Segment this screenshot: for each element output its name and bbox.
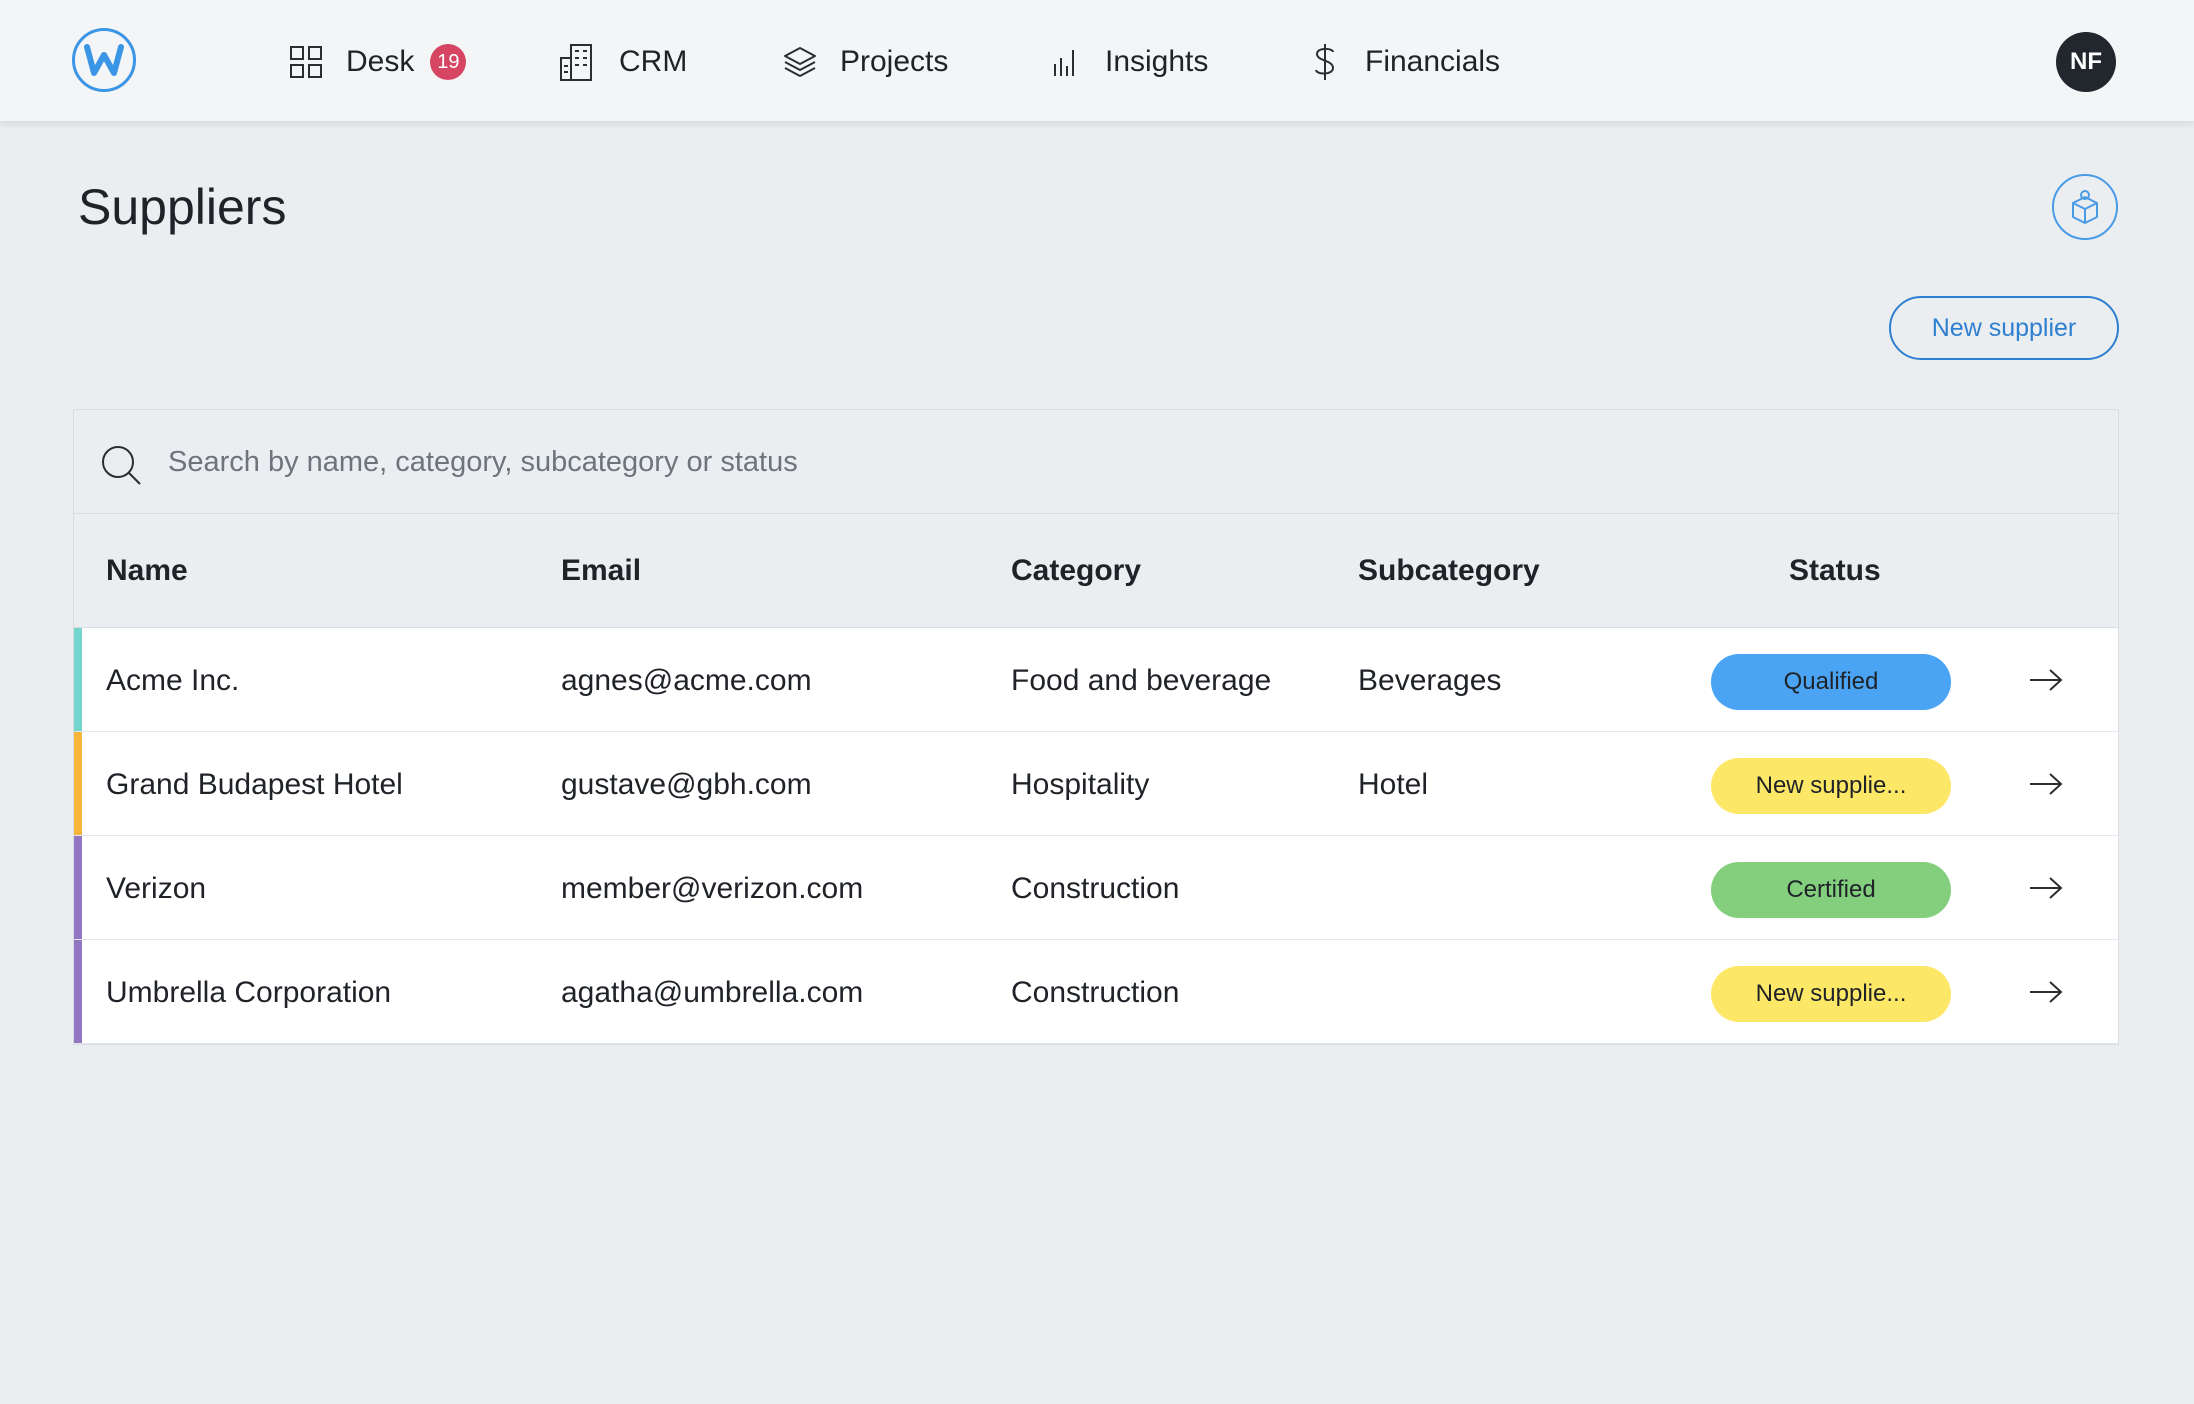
dollar-icon xyxy=(1305,42,1345,82)
logo-w-icon xyxy=(84,44,124,76)
arrow-right-icon[interactable] xyxy=(2028,874,2064,902)
row-accent-bar xyxy=(74,732,82,835)
table-row[interactable]: Grand Budapest Hotel gustave@gbh.com Hos… xyxy=(74,732,2118,836)
layers-icon xyxy=(780,42,820,82)
row-accent-bar xyxy=(74,836,82,939)
cell-subcategory: Beverages xyxy=(1358,664,1502,697)
table-row[interactable]: Acme Inc. agnes@acme.com Food and bevera… xyxy=(74,628,2118,732)
search-icon xyxy=(102,446,141,485)
cell-email: gustave@gbh.com xyxy=(561,768,812,801)
status-badge: Qualified xyxy=(1711,654,1951,710)
row-accent-bar xyxy=(74,940,82,1043)
nav-label-financials: Financials xyxy=(1365,45,1501,78)
desk-notification-badge: 19 xyxy=(430,44,467,80)
column-header-email[interactable]: Email xyxy=(561,554,641,588)
column-header-subcategory[interactable]: Subcategory xyxy=(1358,554,1540,588)
search-bar xyxy=(74,410,2118,514)
top-nav: Desk 19 CRM Projects Insights Financials… xyxy=(0,0,2194,122)
nav-label-desk: Desk xyxy=(346,45,415,78)
page-title: Suppliers xyxy=(78,179,287,235)
bar-chart-icon xyxy=(1045,42,1085,82)
cell-subcategory: Hotel xyxy=(1358,768,1429,801)
package-icon xyxy=(2072,190,2098,224)
cell-category: Construction xyxy=(1011,976,1180,1009)
table-header: Name Email Category Subcategory Status xyxy=(74,514,2118,628)
cell-email: agatha@umbrella.com xyxy=(561,976,864,1009)
status-badge: Certified xyxy=(1711,862,1951,918)
column-header-category[interactable]: Category xyxy=(1011,554,1141,588)
nav-item-projects[interactable]: Projects xyxy=(780,40,948,84)
suppliers-table: Name Email Category Subcategory Status A… xyxy=(73,409,2119,1045)
cell-name: Acme Inc. xyxy=(106,664,240,697)
nav-item-crm[interactable]: CRM xyxy=(559,40,687,84)
table-row[interactable]: Umbrella Corporation agatha@umbrella.com… xyxy=(74,940,2118,1044)
nav-item-financials[interactable]: Financials xyxy=(1305,40,1500,84)
nav-label-projects: Projects xyxy=(840,45,949,78)
arrow-right-icon[interactable] xyxy=(2028,770,2064,798)
app-logo[interactable] xyxy=(72,28,136,92)
nav-label-crm: CRM xyxy=(619,45,688,78)
building-icon xyxy=(559,42,599,82)
cell-name: Umbrella Corporation xyxy=(106,976,392,1009)
cell-email: agnes@acme.com xyxy=(561,664,812,697)
status-badge: New supplie... xyxy=(1711,758,1951,814)
user-avatar[interactable]: NF xyxy=(2056,32,2116,92)
cell-category: Hospitality xyxy=(1011,768,1150,801)
table-row[interactable]: Verizon member@verizon.com Construction … xyxy=(74,836,2118,940)
column-header-status[interactable]: Status xyxy=(1789,554,1881,588)
grid-icon xyxy=(286,42,326,82)
nav-label-insights: Insights xyxy=(1105,45,1209,78)
arrow-right-icon[interactable] xyxy=(2028,978,2064,1006)
nav-item-insights[interactable]: Insights xyxy=(1045,40,1208,84)
package-icon-button[interactable] xyxy=(2052,174,2118,240)
row-accent-bar xyxy=(74,628,82,731)
search-input[interactable] xyxy=(168,436,2068,488)
cell-email: member@verizon.com xyxy=(561,872,864,905)
cell-category: Construction xyxy=(1011,872,1180,905)
new-supplier-button[interactable]: New supplier xyxy=(1889,296,2119,360)
column-header-name[interactable]: Name xyxy=(106,554,188,588)
arrow-right-icon[interactable] xyxy=(2028,666,2064,694)
cell-name: Grand Budapest Hotel xyxy=(106,768,403,801)
cell-category: Food and beverage xyxy=(1011,664,1272,697)
cell-name: Verizon xyxy=(106,872,207,905)
status-badge: New supplie... xyxy=(1711,966,1951,1022)
nav-item-desk[interactable]: Desk 19 xyxy=(286,40,467,84)
